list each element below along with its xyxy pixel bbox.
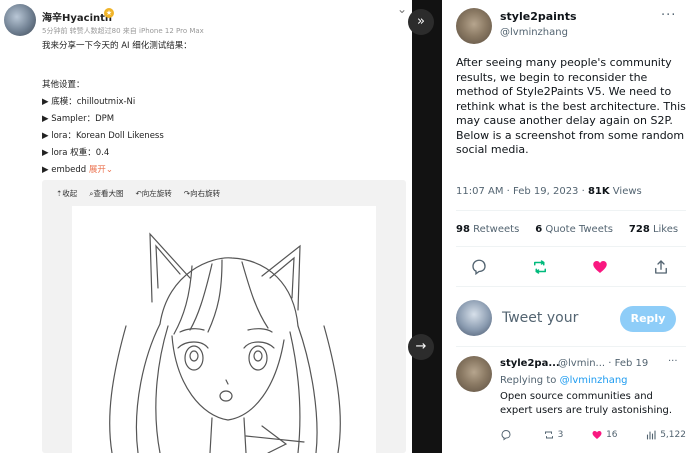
reply-button[interactable]: Reply	[620, 306, 676, 332]
weibo-text-embedd: ▶ embedd	[42, 165, 87, 175]
divider-line	[456, 346, 686, 347]
divider-line	[456, 286, 686, 287]
divider-line	[456, 210, 686, 211]
weibo-user-name[interactable]: 海辛Hyacinth	[42, 9, 112, 24]
more-options-icon[interactable]: ···	[661, 8, 676, 23]
weibo-text-line: ▶ Sampler：DPM	[42, 114, 115, 124]
tweet-panel: style2paints @lvminzhang ··· After seein…	[442, 0, 690, 453]
expand-chevron-icon[interactable]: ⌄	[106, 165, 113, 175]
retweet-icon[interactable]	[531, 258, 549, 276]
reply-views-count: 5,122	[660, 430, 686, 440]
reply-author-name[interactable]: style2pa...	[500, 358, 560, 369]
current-user-avatar[interactable]	[456, 300, 492, 336]
reply-reply-action[interactable]	[500, 429, 515, 441]
share-icon[interactable]	[652, 258, 670, 276]
collapse-tool[interactable]: ⇡收起	[56, 188, 77, 199]
reply-actions: 3 16 5,122	[500, 429, 686, 441]
image-viewer: ⇡收起 ⌕查看大图 ↶向左旋转 ↷向右旋转	[42, 180, 406, 453]
verified-badge-icon: ★	[104, 8, 114, 18]
rotate-left-tool[interactable]: ↶向左旋转	[136, 188, 172, 199]
reply-author-handle[interactable]: @lvmin... · Feb 19	[558, 358, 648, 369]
divider-line	[456, 246, 686, 247]
like-heart-icon	[592, 431, 602, 439]
line-art-image[interactable]	[72, 206, 376, 453]
weibo-text-line: 我来分享一下今天的 AI 细化测试结果：	[42, 41, 192, 51]
reply-more-options-icon[interactable]: ···	[668, 356, 678, 367]
weibo-avatar[interactable]	[4, 4, 36, 36]
arrow-right-icon[interactable]: →	[408, 334, 434, 360]
image-toolbar: ⇡收起 ⌕查看大图 ↶向左旋转 ↷向右旋转	[56, 188, 220, 199]
anime-girl-line-art	[109, 232, 341, 453]
weibo-post: 海辛Hyacinth ★ 5分钟前 转赞人数超过80 来自 iPhone 12 …	[0, 0, 412, 453]
reply-views-action[interactable]: 5,122	[645, 429, 686, 441]
author-handle[interactable]: @lvminzhang	[500, 27, 568, 38]
double-chevron-right-icon[interactable]: »	[408, 9, 434, 35]
reply-retweet-count: 3	[557, 430, 564, 440]
reply-input[interactable]: Tweet your	[502, 310, 578, 326]
retweets-stat[interactable]: 98 Retweets	[456, 224, 519, 235]
weibo-post-meta: 5分钟前 转赞人数超过80 来自 iPhone 12 Pro Max	[42, 27, 204, 35]
quotes-stat[interactable]: 6 Quote Tweets	[535, 224, 613, 235]
weibo-text-line: ▶ lora 权重：0.4	[42, 148, 110, 158]
reply-icon	[501, 429, 511, 441]
tweet-stats: 98 Retweets 6 Quote Tweets 728 Likes	[456, 224, 678, 235]
tweet-time: 11:07 AM · Feb 19, 2023 ·	[456, 186, 588, 197]
rotate-right-tool[interactable]: ↷向右旋转	[184, 188, 220, 199]
author-name[interactable]: style2paints	[500, 10, 577, 23]
chevron-down-icon[interactable]: ⌄	[397, 2, 407, 16]
author-avatar[interactable]	[456, 8, 492, 44]
reply-like-count: 16	[606, 430, 618, 440]
weibo-text-line: ▶ embedd 展开⌄	[42, 164, 113, 176]
replying-to-handle[interactable]: @lvminzhang	[560, 375, 628, 386]
likes-stat[interactable]: 728 Likes	[629, 224, 678, 235]
reply-icon[interactable]	[470, 258, 488, 276]
views-label: Views	[609, 186, 642, 197]
views-count: 81K	[587, 186, 610, 197]
weibo-text-line: ▶ lora：Korean Doll Likeness	[42, 131, 164, 141]
views-bar-icon	[647, 430, 656, 440]
replying-to: Replying to @lvminzhang	[500, 375, 628, 386]
reply-retweet-action[interactable]: 3	[543, 429, 564, 441]
expand-link[interactable]: 展开	[89, 165, 106, 175]
weibo-text-line: ▶ 底模：chilloutmix-Ni	[42, 97, 136, 107]
like-heart-icon[interactable]	[591, 258, 609, 276]
reply-text: Open source communities and expert users…	[500, 391, 673, 416]
tweet-actions	[470, 258, 670, 276]
tweet-timestamp[interactable]: 11:07 AM · Feb 19, 2023 · 81K Views	[456, 186, 642, 197]
retweet-icon	[544, 431, 553, 439]
view-large-tool[interactable]: ⌕查看大图	[89, 188, 123, 199]
weibo-text-line: 其他设置：	[42, 80, 85, 90]
reply-author-avatar[interactable]	[456, 356, 492, 392]
viewer-divider	[412, 0, 442, 453]
tweet-text: After seeing many people's community res…	[456, 56, 686, 156]
reply-like-action[interactable]: 16	[591, 429, 618, 441]
